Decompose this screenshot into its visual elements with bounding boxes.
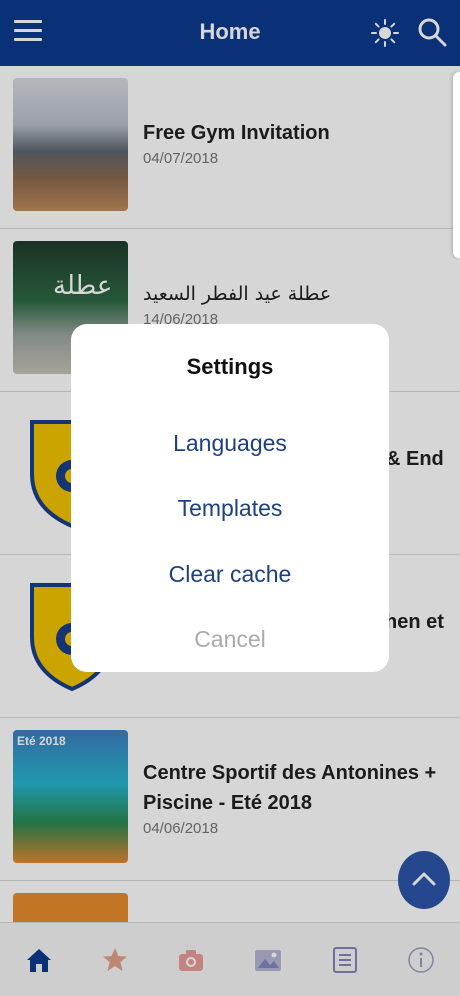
clear-cache-option[interactable]: Clear cache [71,561,389,588]
settings-dialog: Settings Languages Templates Clear cache… [71,324,389,672]
templates-option[interactable]: Templates [71,495,389,522]
cancel-button[interactable]: Cancel [71,626,389,653]
languages-option[interactable]: Languages [71,430,389,457]
side-drawer-edge[interactable] [453,72,460,258]
dialog-title: Settings [186,354,274,379]
